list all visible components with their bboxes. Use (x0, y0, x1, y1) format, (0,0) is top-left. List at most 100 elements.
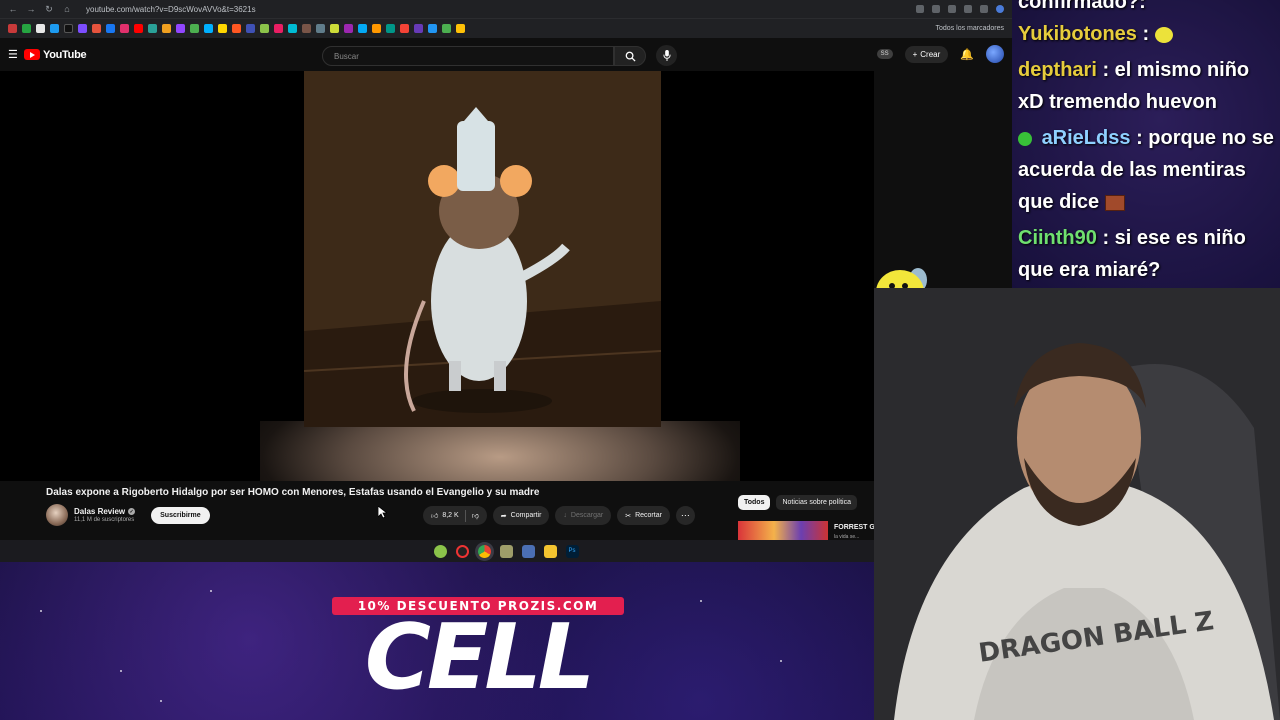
channel-avatar[interactable] (46, 504, 68, 526)
chat-text: confirmado?: (1018, 0, 1146, 13)
subscribe-button[interactable]: Suscribirme (151, 506, 210, 524)
bookmark-icon[interactable] (64, 24, 73, 33)
app-icon[interactable] (455, 544, 469, 558)
recommended-video-title[interactable]: FORREST G (834, 524, 875, 531)
bookmark-icon[interactable] (120, 24, 129, 33)
recommended-video-thumbnail[interactable] (738, 521, 828, 541)
reload-icon[interactable]: ↻ (44, 4, 54, 15)
account-avatar[interactable] (986, 45, 1004, 63)
bookmark-icon[interactable] (274, 24, 283, 33)
puzzle-icon[interactable] (980, 5, 988, 13)
chat-text: xD tremendo huevon (1018, 91, 1217, 113)
folder-icon[interactable] (543, 544, 557, 558)
forward-icon[interactable]: → (26, 4, 36, 14)
bookmark-icon[interactable] (50, 24, 59, 33)
profile-icon[interactable] (996, 5, 1004, 13)
app-icon[interactable] (433, 544, 447, 558)
youtube-logo[interactable]: YouTube (24, 48, 87, 61)
video-actions: 👍︎ 8,2 K 👎︎ ➦ Compartir ↓ Descargar ✂ Re… (423, 506, 695, 525)
bookmark-icon[interactable] (386, 24, 395, 33)
extension-icon[interactable] (948, 5, 956, 13)
bookmark-icon[interactable] (316, 24, 325, 33)
mouse-cursor-icon (378, 506, 387, 519)
like-count[interactable]: 8,2 K (442, 512, 458, 519)
thumbs-down-icon[interactable]: 👎︎ (472, 511, 479, 520)
bookmark-icon[interactable] (162, 24, 171, 33)
youtube-play-icon (24, 49, 40, 60)
profile-badge[interactable]: SS (876, 49, 893, 59)
chat-username: depthari (1018, 59, 1097, 81)
app-icon[interactable] (499, 544, 513, 558)
search-button[interactable] (614, 46, 646, 66)
back-icon[interactable]: ← (8, 4, 18, 14)
video-player[interactable] (0, 71, 874, 481)
search-input[interactable]: Buscar (322, 46, 614, 66)
chat-message-continued: que dice (1018, 186, 1125, 218)
clip-label: Recortar (635, 512, 662, 519)
thumbs-up-icon[interactable]: 👍︎ (431, 511, 438, 520)
channel-name[interactable]: Dalas Review ✓ (74, 507, 136, 516)
header-actions: SS + Crear 🔔 (876, 45, 1004, 63)
bookmark-icon[interactable] (302, 24, 311, 33)
star (120, 670, 122, 672)
bookmark-icon[interactable] (372, 24, 381, 33)
extension-icon[interactable] (964, 5, 972, 13)
bookmark-icon[interactable] (92, 24, 101, 33)
chat-username: Ciinth90 (1018, 227, 1097, 249)
bookmark-icon[interactable] (414, 24, 423, 33)
create-button[interactable]: + Crear (904, 45, 949, 63)
bookmarks-folder[interactable]: Todos los marcadores (936, 25, 1004, 32)
bookmark-icon[interactable] (288, 24, 297, 33)
bookmark-icon[interactable] (456, 24, 465, 33)
chat-text: : (1142, 23, 1150, 45)
bookmark-icon[interactable] (36, 24, 45, 33)
bookmark-icon[interactable] (246, 24, 255, 33)
share-arrow-icon: ➦ (500, 512, 507, 520)
bookmark-icon[interactable] (176, 24, 185, 33)
chat-text: que dice (1018, 191, 1100, 213)
sponsor-discount-code: CELL (364, 605, 595, 710)
clip-button[interactable]: ✂ Recortar (617, 506, 670, 525)
bookmark-icon[interactable] (400, 24, 409, 33)
app-icon[interactable] (521, 544, 535, 558)
bookmark-icon[interactable] (218, 24, 227, 33)
bookmark-icon[interactable] (344, 24, 353, 33)
extension-icon[interactable] (916, 5, 924, 13)
notifications-bell-icon[interactable]: 🔔 (960, 48, 974, 61)
bookmark-icon[interactable] (134, 24, 143, 33)
download-button[interactable]: ↓ Descargar (555, 506, 612, 525)
address-bar[interactable]: youtube.com/watch?v=D9scWovAVVo&t=3621s (86, 5, 908, 14)
bookmark-icon[interactable] (204, 24, 213, 33)
bookmark-icon[interactable] (22, 24, 31, 33)
home-icon[interactable]: ⌂ (62, 4, 72, 14)
channel-meta: Dalas Review ✓ 11,1 M de suscriptores (74, 507, 136, 523)
bookmark-icon[interactable] (190, 24, 199, 33)
divider (464, 509, 466, 522)
browser-toolbar: ← → ↻ ⌂ youtube.com/watch?v=D9scWovAVVo&… (0, 0, 1012, 18)
photoshop-icon[interactable]: Ps (565, 544, 579, 558)
share-button[interactable]: ➦ Compartir (492, 506, 550, 525)
download-label: Descargar (570, 512, 604, 519)
bookmark-icon[interactable] (358, 24, 367, 33)
bookmark-icon[interactable] (148, 24, 157, 33)
bookmark-icon[interactable] (260, 24, 269, 33)
bookmark-icon[interactable] (330, 24, 339, 33)
bookmark-icon[interactable] (442, 24, 451, 33)
bookmark-icon[interactable] (428, 24, 437, 33)
chip-politics-news[interactable]: Noticias sobre política (776, 495, 857, 510)
youtube-wordmark: YouTube (43, 48, 87, 61)
create-label: Crear (920, 49, 941, 59)
hamburger-menu-icon[interactable]: ☰ (8, 48, 22, 61)
chip-todos[interactable]: Todos (738, 495, 771, 510)
like-dislike-group: 👍︎ 8,2 K 👎︎ (423, 506, 487, 525)
emote-icon (1154, 26, 1173, 43)
bookmark-icon[interactable] (8, 24, 17, 33)
voice-search-button[interactable] (656, 45, 677, 66)
chrome-icon[interactable] (477, 544, 491, 558)
star (210, 590, 212, 592)
bookmark-icon[interactable] (232, 24, 241, 33)
more-actions-icon[interactable]: ⋯ (675, 506, 695, 525)
bookmark-icon[interactable] (78, 24, 87, 33)
bookmark-star-icon[interactable] (932, 5, 940, 13)
bookmark-icon[interactable] (106, 24, 115, 33)
